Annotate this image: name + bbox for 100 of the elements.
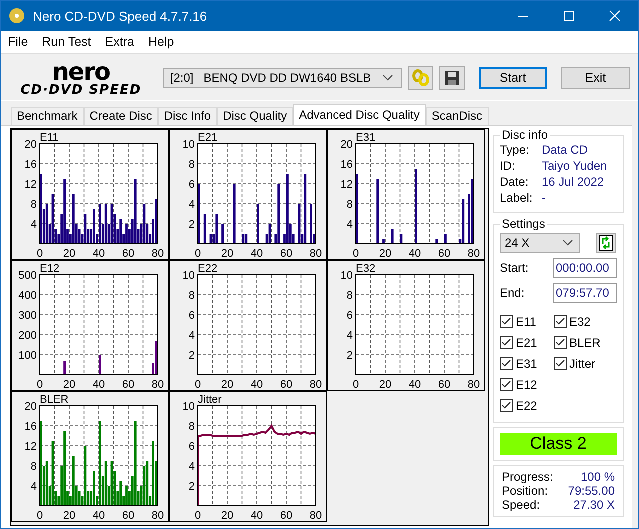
tick-label: 10 xyxy=(182,270,195,282)
progress-label: Speed: xyxy=(502,498,540,512)
chevron-icon xyxy=(382,75,393,81)
menu-item[interactable]: Extra xyxy=(105,35,134,49)
logo-text: CD·DVD SPEED xyxy=(20,84,142,96)
save-button[interactable] xyxy=(439,66,465,90)
checkbox[interactable] xyxy=(500,378,513,391)
tick-label: 0 xyxy=(194,510,202,522)
tick-label: 60 xyxy=(122,248,135,260)
menu-item[interactable]: Help xyxy=(148,35,174,49)
data-bar xyxy=(376,179,380,244)
tick-label: 60 xyxy=(122,379,135,391)
tick-label: 40 xyxy=(92,379,106,391)
data-bar xyxy=(382,239,385,244)
data-bar xyxy=(233,184,236,244)
drive-dropdown[interactable]: [2:0] BENQ DVD DD DW1640 BSLB xyxy=(163,68,402,88)
tick-label: 8 xyxy=(30,199,37,211)
tick-label: 4 xyxy=(30,219,37,231)
tick-label: 12 xyxy=(24,179,37,191)
tick-label: 4 xyxy=(188,461,195,473)
checkbox-label: E31 xyxy=(516,356,538,370)
tick-label: 20 xyxy=(24,401,37,413)
info-value: Taiyo Yuden xyxy=(542,158,608,174)
data-bar xyxy=(400,234,403,244)
progress-label: Position: xyxy=(502,484,548,498)
tab[interactable]: Benchmark xyxy=(11,107,84,125)
tick-label: 20 xyxy=(63,510,76,522)
refresh-button[interactable] xyxy=(596,233,616,253)
data-bar xyxy=(257,204,260,244)
tick-label: 40 xyxy=(92,248,106,260)
tick-label: 16 xyxy=(24,421,37,433)
tick-label: 8 xyxy=(188,421,195,433)
tick-label: 300 xyxy=(18,310,37,322)
tick-label: 40 xyxy=(408,248,422,260)
data-bar xyxy=(444,234,447,244)
toolbar-button[interactable]: Exit xyxy=(561,67,630,89)
tab[interactable]: Advanced Disc Quality xyxy=(293,104,426,125)
tick-label: 6 xyxy=(188,441,195,453)
tick-label: 0 xyxy=(352,379,360,391)
checkbox-label: E12 xyxy=(516,378,538,392)
tick-label: 8 xyxy=(30,461,37,473)
checkbox-label: E21 xyxy=(516,336,538,350)
checkbox[interactable] xyxy=(554,357,566,370)
tick-label: 20 xyxy=(221,379,234,391)
tick-label: 20 xyxy=(221,510,234,522)
checkbox[interactable] xyxy=(554,336,566,349)
tab[interactable]: Disc Quality xyxy=(217,107,294,125)
tick-label: 200 xyxy=(18,330,37,342)
checkbox[interactable] xyxy=(500,336,513,349)
tab[interactable]: Disc Info xyxy=(158,107,218,125)
tick-label: 16 xyxy=(24,159,37,171)
tick-label: 6 xyxy=(188,179,195,191)
disc-icon xyxy=(9,8,25,24)
tick-label: 8 xyxy=(346,290,353,302)
data-bar xyxy=(198,184,200,244)
tick-label: 2 xyxy=(188,219,195,231)
toolbar-button[interactable]: Start xyxy=(478,67,548,89)
tick-label: 0 xyxy=(194,248,202,260)
tick-label: 400 xyxy=(18,290,37,302)
checkbox[interactable] xyxy=(500,357,513,370)
data-bar xyxy=(64,361,66,375)
start-field[interactable]: 000:00.00 xyxy=(553,258,617,278)
tick-label: 60 xyxy=(280,248,293,260)
tick-label: 20 xyxy=(379,248,392,260)
speed-dropdown[interactable]: 24 X xyxy=(500,233,580,253)
tick-label: 10 xyxy=(182,139,195,151)
menu-item[interactable]: File xyxy=(8,35,28,49)
end-field[interactable]: 079:57.70 xyxy=(553,283,617,303)
tick-label: 60 xyxy=(280,510,293,522)
tab[interactable]: Create Disc xyxy=(84,107,158,125)
tab[interactable]: ScanDisc xyxy=(426,107,489,125)
logo-text: nero xyxy=(52,60,110,84)
progress-value: 27.30 X xyxy=(574,498,615,512)
checkbox[interactable] xyxy=(554,315,566,328)
field-label: End: xyxy=(500,286,525,300)
tick-label: 2 xyxy=(188,481,195,493)
group-title: Settings xyxy=(501,217,546,231)
tick-label: 80 xyxy=(310,510,322,522)
field-label: Start: xyxy=(500,261,529,275)
chart-title: E12 xyxy=(40,263,60,275)
info-label: Date: xyxy=(500,174,530,190)
chart-title: BLER xyxy=(40,394,69,406)
chain-icon xyxy=(412,69,430,87)
tick-label: 0 xyxy=(36,379,44,391)
tick-label: 2 xyxy=(346,350,353,362)
tick-label: 60 xyxy=(438,248,451,260)
tick-label: 6 xyxy=(346,310,353,322)
menu-item[interactable]: Run Test xyxy=(42,35,92,49)
tick-label: 8 xyxy=(188,159,195,171)
checkbox-label: BLER xyxy=(570,336,601,350)
tick-label: 20 xyxy=(221,248,234,260)
chevron-icon xyxy=(563,240,573,246)
checkbox[interactable] xyxy=(500,315,513,328)
checkbox[interactable] xyxy=(500,399,513,412)
info-label: Type: xyxy=(500,142,530,158)
tick-label: 4 xyxy=(188,330,195,342)
info-label: ID: xyxy=(500,158,516,174)
tick-label: 80 xyxy=(468,248,480,260)
tick-label: 8 xyxy=(188,290,195,302)
progress-value: 100 % xyxy=(580,470,615,484)
